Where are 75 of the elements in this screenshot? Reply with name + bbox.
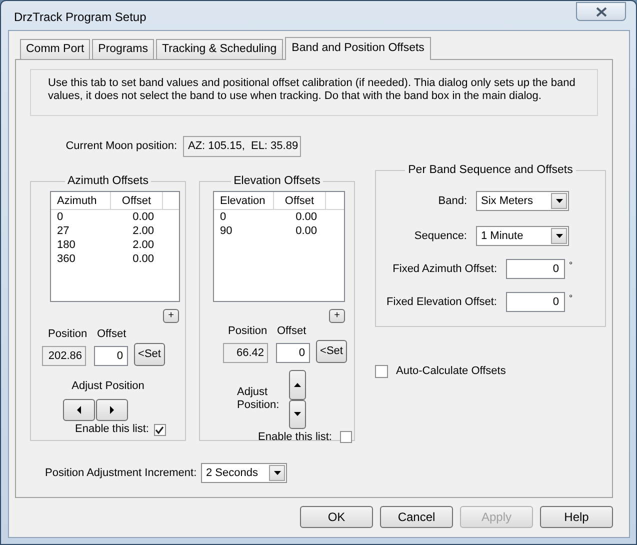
add-button[interactable]: + bbox=[163, 309, 179, 324]
table-cell-text: 2.00 bbox=[132, 224, 155, 239]
dialog-button[interactable]: Cancel bbox=[380, 506, 453, 528]
field-label: Fixed Azimuth Offset: bbox=[392, 262, 497, 277]
arrow-up-icon bbox=[294, 382, 301, 387]
field-label: Band: bbox=[437, 194, 467, 209]
dropdown[interactable]: Six Meters bbox=[476, 191, 569, 212]
left-button[interactable] bbox=[63, 399, 95, 422]
input-field[interactable]: 0 bbox=[506, 292, 565, 312]
column-header[interactable]: Elevation bbox=[214, 192, 274, 210]
right-button[interactable] bbox=[96, 399, 128, 422]
table-cell-text: 90 bbox=[219, 224, 234, 239]
arrow-right-icon bbox=[110, 406, 114, 414]
column-header[interactable]: Offset bbox=[111, 192, 163, 210]
set-button[interactable]: <Set bbox=[316, 340, 347, 363]
checkbox[interactable] bbox=[375, 364, 388, 378]
close-icon bbox=[596, 6, 606, 16]
table-cell-text: 360 bbox=[56, 252, 76, 267]
table-cell-text: 0.00 bbox=[294, 224, 318, 239]
offset-label: Offset bbox=[277, 324, 306, 340]
field-label: Fixed Elevation Offset: bbox=[386, 295, 497, 310]
table-cell-text: 0 bbox=[219, 210, 228, 225]
tab[interactable]: Comm Port bbox=[20, 39, 90, 59]
field-label: Sequence: bbox=[413, 229, 467, 244]
caret-down-icon bbox=[294, 412, 301, 416]
dialog-button[interactable]: OK bbox=[300, 506, 373, 528]
window-title: DrzTrack Program Setup bbox=[14, 9, 146, 26]
arrow-left-icon bbox=[77, 406, 81, 414]
adjust-label: Adjust Position bbox=[72, 380, 144, 392]
set-button[interactable]: <Set bbox=[134, 342, 165, 366]
table-cell-text: 180 bbox=[56, 238, 76, 253]
caret-down-icon bbox=[556, 199, 562, 204]
offset-field[interactable]: 0 bbox=[276, 342, 310, 363]
group-title: Azimuth Offsets bbox=[66, 174, 150, 189]
dropdown[interactable]: 2 Seconds bbox=[201, 463, 287, 483]
position-field: 66.42 bbox=[223, 342, 268, 363]
group-title: Per Band Sequence and Offsets bbox=[407, 163, 574, 178]
offset-field[interactable]: 0 bbox=[94, 346, 128, 366]
caret-down-icon bbox=[556, 234, 562, 238]
offset-label: Offset bbox=[97, 327, 126, 342]
table-cell-text: 0.00 bbox=[294, 210, 318, 225]
dropdown[interactable]: 1 Minute bbox=[476, 226, 569, 246]
group-title: Elevation Offsets bbox=[232, 174, 322, 189]
adjust-label: Adjust Position: bbox=[237, 386, 280, 412]
increment-label: Position Adjustment Increment: bbox=[45, 466, 198, 481]
close-button[interactable] bbox=[576, 2, 626, 21]
checkbox-label: Auto-Calculate Offsets bbox=[396, 364, 506, 379]
caret-down-icon bbox=[274, 471, 280, 475]
enable-label: Enable this list: bbox=[75, 422, 149, 438]
moon-position-field: AZ: 105.15, EL: 35.89 bbox=[183, 136, 301, 157]
up-button[interactable] bbox=[289, 370, 306, 400]
tab[interactable]: Programs bbox=[92, 39, 154, 59]
add-button[interactable]: + bbox=[329, 309, 345, 324]
moon-position-label: Current Moon position: bbox=[64, 139, 177, 154]
table-cell-text: 27 bbox=[56, 224, 70, 239]
table-cell-text: 0.00 bbox=[132, 210, 155, 225]
unit-label: ° bbox=[569, 292, 573, 304]
down-button[interactable] bbox=[289, 400, 306, 429]
tab[interactable]: Band and Position Offsets bbox=[284, 37, 432, 60]
table-cell-text: 2.00 bbox=[132, 238, 155, 253]
enable-label: Enable this list: bbox=[258, 430, 332, 445]
info-text: Use this tab to set band values and positional offset calibration (if needed). Thia dialog only sets up the band values, it does not select the band to use when tracking. Do that with the band box in the main dialog. bbox=[30, 69, 598, 116]
position-label: Position bbox=[48, 327, 88, 342]
column-header[interactable]: Azimuth bbox=[51, 192, 111, 210]
column-header[interactable]: Offset bbox=[274, 192, 326, 210]
tab[interactable]: Tracking & Scheduling bbox=[156, 39, 283, 59]
checkbox[interactable] bbox=[340, 431, 352, 443]
table-cell-text: 0.00 bbox=[132, 252, 155, 267]
unit-label: ° bbox=[569, 258, 573, 272]
position-label: Position bbox=[228, 324, 268, 340]
checkbox[interactable] bbox=[154, 424, 166, 436]
table-cell-text: 0 bbox=[56, 210, 64, 225]
input-field[interactable]: 0 bbox=[506, 259, 565, 280]
dialog-button[interactable]: Help bbox=[540, 506, 613, 528]
position-field: 202.86 bbox=[42, 346, 86, 366]
